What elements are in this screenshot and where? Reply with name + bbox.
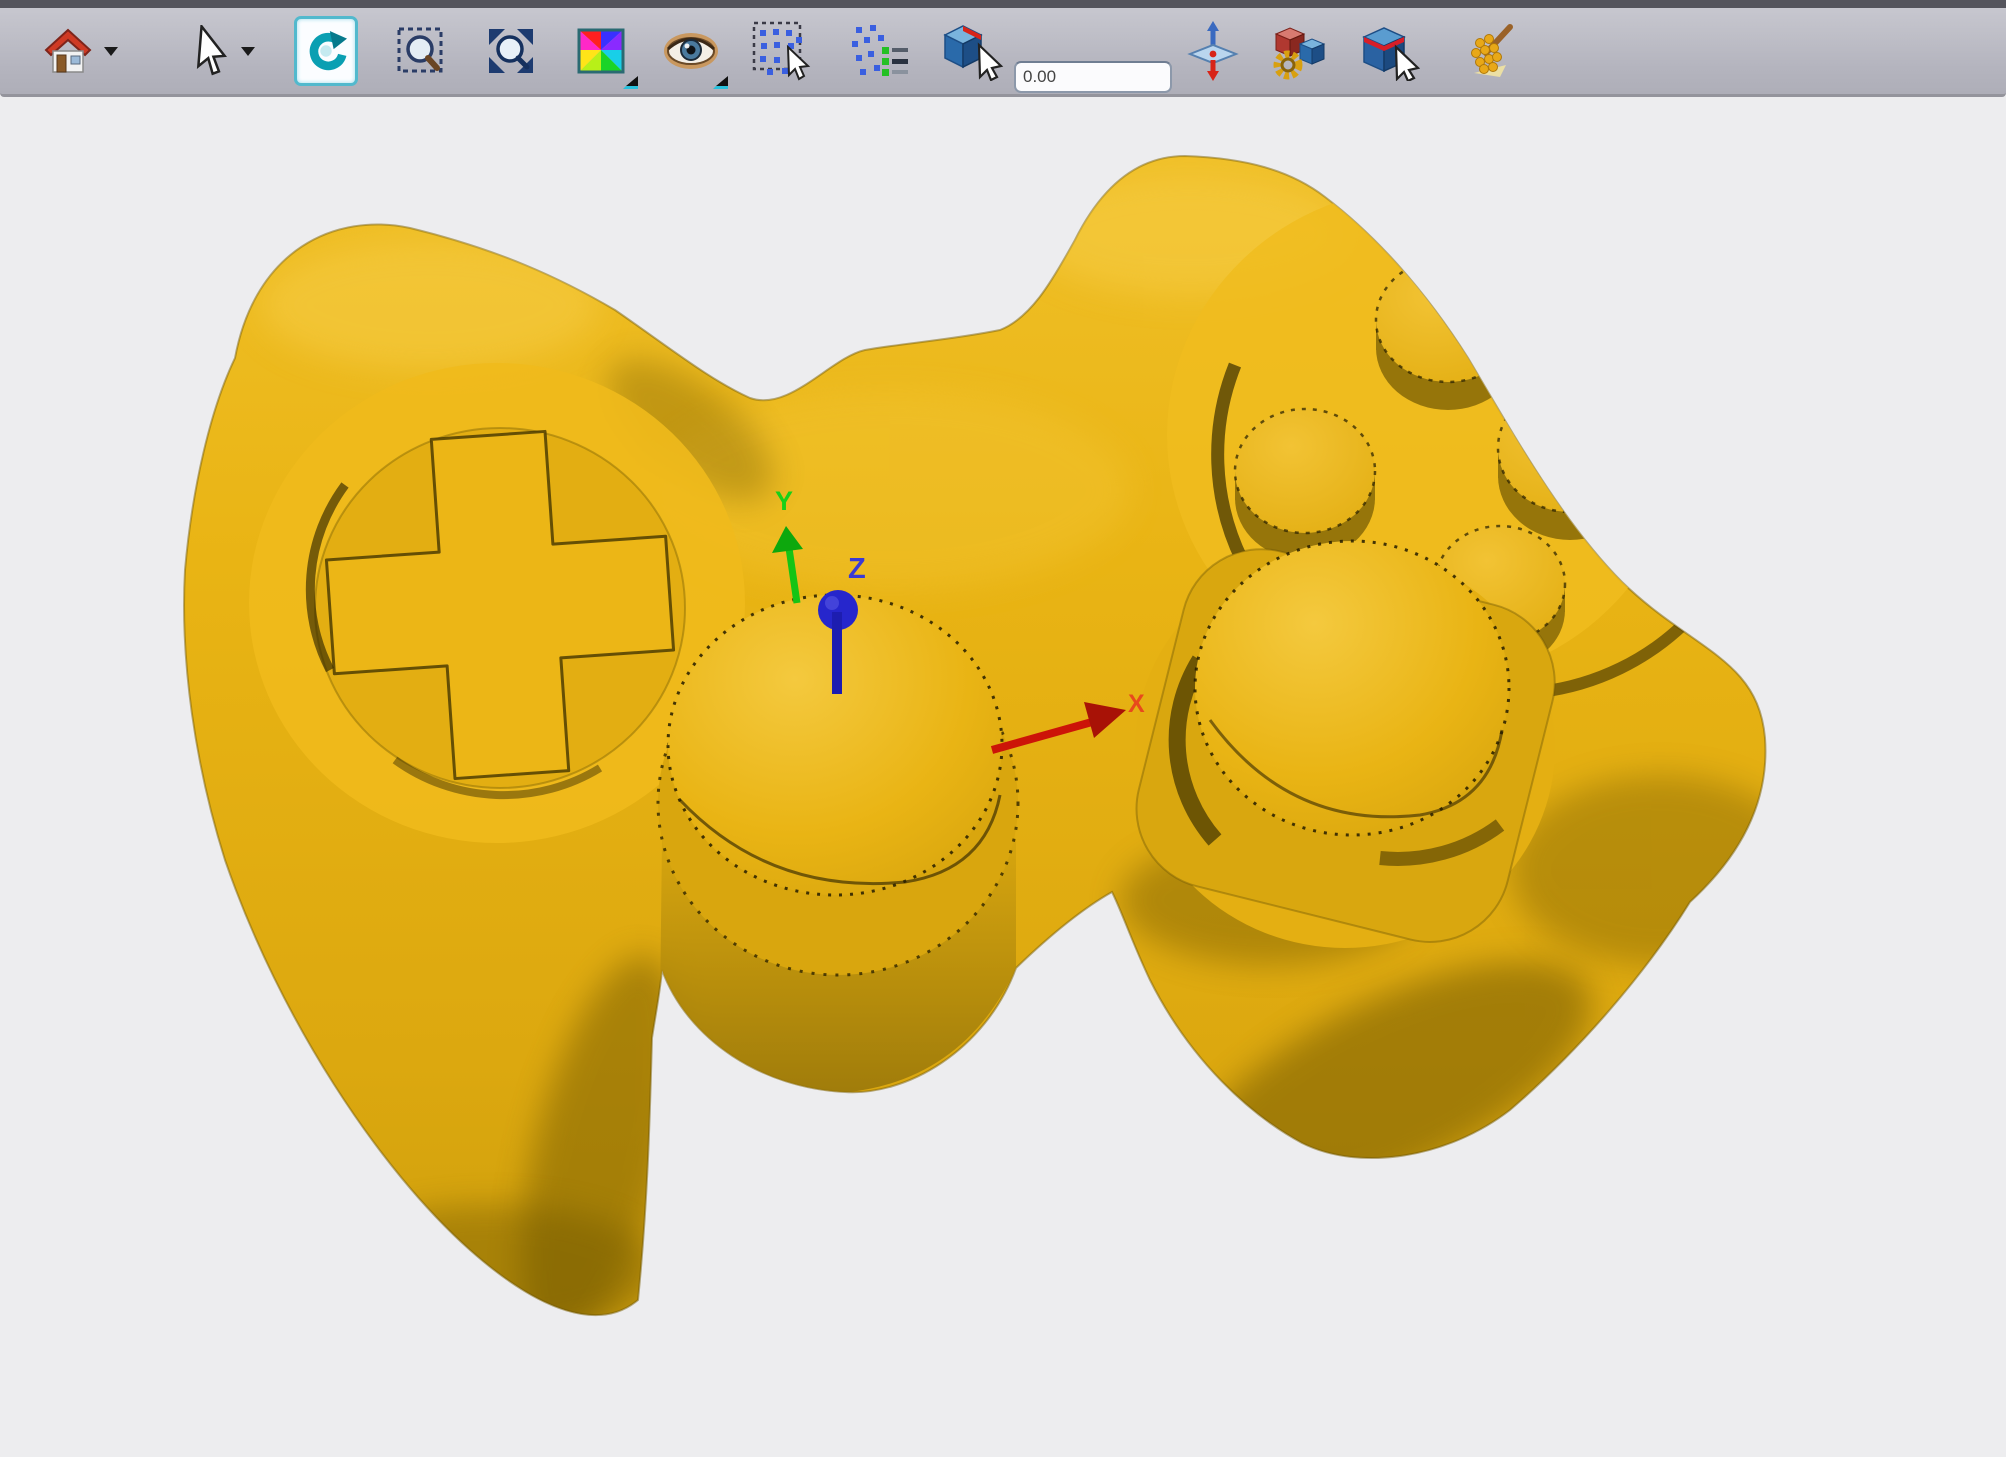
select-object-button[interactable] (936, 16, 1008, 86)
point-list-button[interactable] (848, 16, 912, 86)
point-list-icon (850, 23, 910, 79)
right-stick-dome (1195, 541, 1509, 835)
highlight-left-hump (260, 240, 600, 370)
viewport-3d[interactable]: Y Z X (0, 100, 2006, 1457)
align-cubes-icon (1268, 22, 1330, 80)
button-top (1376, 258, 1520, 410)
z-axis-shaft (832, 612, 842, 694)
tolerance-input[interactable] (1014, 61, 1172, 93)
home-button[interactable] (40, 16, 96, 86)
align-objects-button[interactable] (1266, 16, 1332, 86)
select-dropdown-caret[interactable] (241, 47, 255, 56)
points-marquee-icon (752, 21, 816, 81)
window-top-strip (0, 0, 2006, 8)
z-axis-ball-highlight (825, 596, 839, 610)
sweep-broom-icon (1464, 21, 1518, 81)
color-mode-button[interactable] (572, 16, 630, 86)
rotate-icon (305, 29, 347, 73)
x-axis-label: X (1128, 690, 1145, 718)
zoom-window-button[interactable] (392, 16, 450, 86)
shadow-left-grip-tip (320, 1205, 660, 1335)
visibility-flyout-icon (713, 76, 729, 90)
button-left (1235, 409, 1375, 560)
zoom-fit-icon (486, 26, 536, 76)
color-flyout-icon (623, 76, 639, 90)
home-icon (44, 27, 92, 75)
section-plane-button[interactable] (1182, 16, 1244, 86)
select-cursor-button[interactable] (179, 16, 235, 86)
cursor-icon (185, 25, 229, 77)
zoom-window-icon (396, 26, 446, 76)
z-axis-label: Z (848, 553, 866, 585)
rotate-button[interactable] (294, 16, 358, 86)
delete-object-button[interactable] (1356, 16, 1422, 86)
application-window: Y Z X (0, 0, 2006, 1457)
section-plane-icon (1187, 20, 1239, 82)
y-axis-label: Y (775, 486, 793, 516)
color-palette-icon (575, 28, 627, 74)
sweep-clean-button[interactable] (1462, 16, 1520, 86)
gamepad-mesh: Y Z X (0, 100, 2006, 1457)
shadow-right-bulge (1510, 775, 1810, 965)
home-dropdown-caret[interactable] (104, 47, 118, 56)
select-points-button[interactable] (748, 16, 820, 86)
cube-cursor-icon (939, 21, 1005, 81)
eye-icon (663, 31, 719, 71)
cube-delete-icon (1358, 21, 1420, 81)
visibility-button[interactable] (662, 16, 720, 86)
main-toolbar (0, 8, 2006, 97)
button-right (1498, 384, 1642, 540)
zoom-fit-button[interactable] (482, 16, 540, 86)
